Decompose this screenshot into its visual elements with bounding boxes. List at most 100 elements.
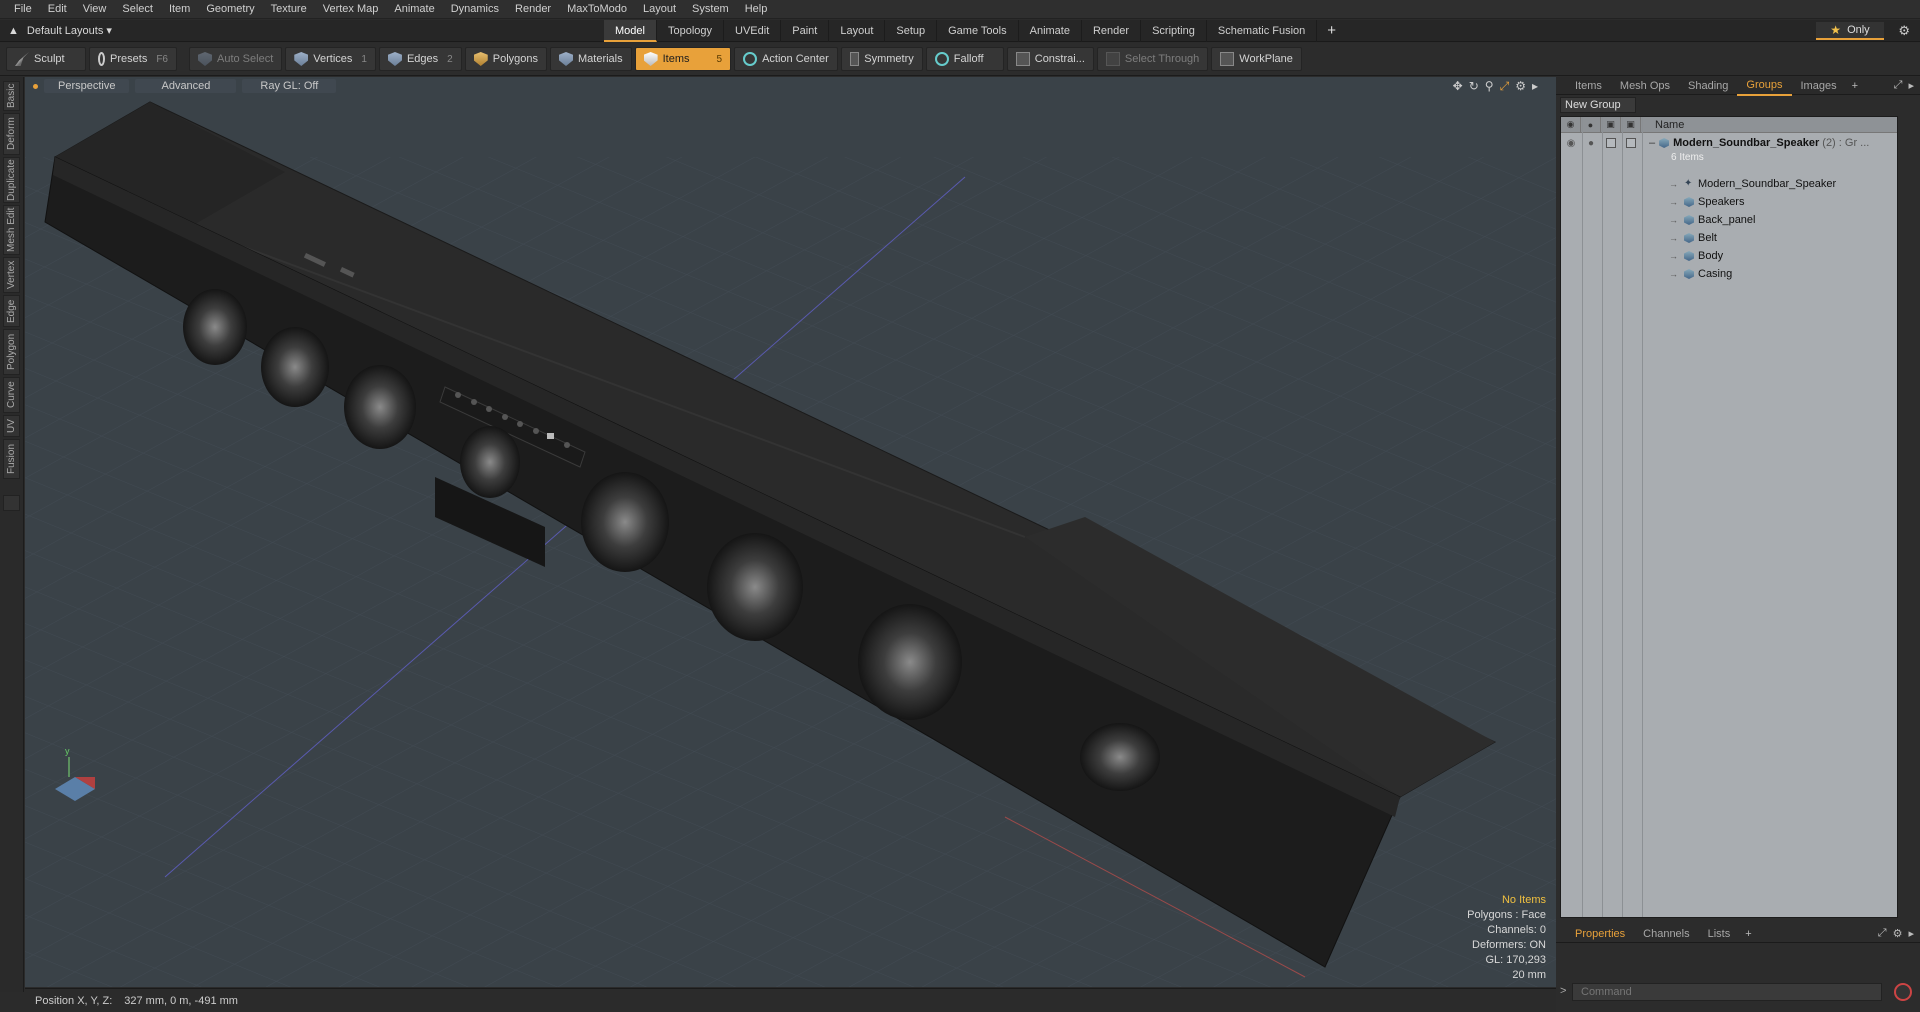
group-child-row[interactable]: → Casing: [1561, 265, 1897, 283]
tab-game-tools[interactable]: Game Tools: [937, 20, 1019, 42]
menu-help[interactable]: Help: [737, 0, 776, 19]
action-center-button[interactable]: Action Center: [734, 47, 838, 71]
shading-dropdown[interactable]: Advanced: [135, 79, 237, 93]
tab-scripting[interactable]: Scripting: [1141, 20, 1207, 42]
items-button[interactable]: Items 5: [634, 47, 732, 71]
side-tab-edge[interactable]: Edge: [3, 295, 20, 327]
lock-checkbox[interactable]: [1606, 137, 1616, 148]
menu-layout[interactable]: Layout: [635, 0, 684, 19]
add-tab-icon[interactable]: +: [1317, 20, 1346, 42]
side-tab-mesh-edit[interactable]: Mesh Edit: [3, 205, 20, 255]
menu-render[interactable]: Render: [507, 0, 559, 19]
menu-geometry[interactable]: Geometry: [198, 0, 262, 19]
props-tab-lists[interactable]: Lists: [1699, 925, 1740, 943]
constraints-button[interactable]: Constrai...: [1006, 47, 1094, 71]
groups-list-header: ◉ ● ▣ ▣ Name: [1561, 116, 1897, 133]
gear-icon[interactable]: ⚙: [1898, 23, 1910, 39]
panel-menu-icon[interactable]: ▸: [1908, 79, 1914, 92]
move-view-icon[interactable]: ✥: [1453, 79, 1463, 94]
expand-icon[interactable]: ⤢: [1894, 79, 1903, 92]
render-column-icon[interactable]: ●: [1581, 116, 1601, 133]
group-child-row[interactable]: → Speakers: [1561, 193, 1897, 211]
workplane-button[interactable]: WorkPlane: [1211, 47, 1302, 71]
select-through-button[interactable]: Select Through: [1096, 47, 1209, 71]
only-button[interactable]: ★ Only: [1816, 22, 1884, 40]
add-panel-tab-icon[interactable]: +: [1846, 80, 1864, 92]
menu-texture[interactable]: Texture: [263, 0, 315, 19]
command-record-button[interactable]: [1894, 983, 1912, 1001]
panel-tab-items[interactable]: Items: [1566, 77, 1611, 95]
maximize-icon[interactable]: ⤢: [1500, 79, 1510, 94]
menu-item[interactable]: Item: [161, 0, 198, 19]
select-column-icon[interactable]: ▣: [1621, 116, 1641, 133]
materials-button[interactable]: Materials: [550, 47, 632, 71]
tab-uvedit[interactable]: UVEdit: [724, 20, 782, 42]
side-tab-fusion[interactable]: Fusion: [3, 439, 20, 479]
side-tab-polygon[interactable]: Polygon: [3, 329, 20, 375]
tab-animate[interactable]: Animate: [1019, 20, 1082, 42]
menu-system[interactable]: System: [684, 0, 737, 19]
group-child-row[interactable]: → Belt: [1561, 229, 1897, 247]
render-icon[interactable]: ●: [1581, 138, 1601, 149]
gear-icon[interactable]: ⚙: [1893, 927, 1903, 940]
layout-selector[interactable]: ▲ Default Layouts ▾: [0, 20, 140, 42]
panel-tab-mesh-ops[interactable]: Mesh Ops: [1611, 77, 1679, 95]
3d-viewport[interactable]: Perspective Advanced Ray GL: Off ✥ ↻ ⚲ ⤢…: [25, 77, 1556, 987]
brush-icon: [15, 52, 29, 66]
rotate-view-icon[interactable]: ↻: [1469, 79, 1479, 94]
command-input[interactable]: [1572, 983, 1882, 1001]
group-child-row[interactable]: → Back_panel: [1561, 211, 1897, 229]
add-props-tab-icon[interactable]: +: [1739, 928, 1757, 940]
tab-layout[interactable]: Layout: [829, 20, 886, 42]
props-tab-properties[interactable]: Properties: [1566, 925, 1634, 943]
menu-select[interactable]: Select: [114, 0, 161, 19]
symmetry-button[interactable]: Symmetry: [840, 47, 923, 71]
view-mode-dropdown[interactable]: Perspective: [44, 79, 130, 93]
new-group-button[interactable]: New Group: [1560, 97, 1636, 113]
side-tab-deform[interactable]: Deform: [3, 113, 20, 155]
visibility-column-icon[interactable]: ◉: [1561, 116, 1581, 133]
tab-schematic-fusion[interactable]: Schematic Fusion: [1207, 20, 1318, 42]
panel-tab-images[interactable]: Images: [1792, 77, 1846, 95]
menu-animate[interactable]: Animate: [386, 0, 442, 19]
vertices-button[interactable]: Vertices 1: [285, 47, 376, 71]
side-tab-extra-button[interactable]: [3, 495, 20, 511]
polygons-button[interactable]: Polygons: [464, 47, 547, 71]
tab-render[interactable]: Render: [1082, 20, 1142, 42]
side-tab-vertex[interactable]: Vertex: [3, 257, 20, 293]
props-tab-channels[interactable]: Channels: [1634, 925, 1698, 943]
select-checkbox[interactable]: [1626, 137, 1636, 148]
sculpt-button[interactable]: Sculpt: [6, 47, 86, 71]
menu-file[interactable]: File: [6, 0, 40, 19]
menu-dynamics[interactable]: Dynamics: [443, 0, 507, 19]
play-arrow-icon[interactable]: ▸: [1532, 79, 1538, 94]
panel-menu-icon[interactable]: ▸: [1908, 927, 1914, 940]
panel-tab-shading[interactable]: Shading: [1679, 77, 1737, 95]
group-child-row[interactable]: → Body: [1561, 247, 1897, 265]
menu-vertex-map[interactable]: Vertex Map: [315, 0, 387, 19]
expand-icon[interactable]: ⤢: [1878, 927, 1887, 940]
eye-icon[interactable]: ◉: [1561, 138, 1581, 149]
menu-maxtomodo[interactable]: MaxToModo: [559, 0, 635, 19]
settings-gear-icon[interactable]: ⚙: [1515, 79, 1526, 94]
branch-icon: →: [1669, 233, 1678, 243]
tab-paint[interactable]: Paint: [781, 20, 830, 42]
side-tab-curve[interactable]: Curve: [3, 377, 20, 413]
lock-column-icon[interactable]: ▣: [1601, 116, 1621, 133]
menu-edit[interactable]: Edit: [40, 0, 75, 19]
side-tab-uv[interactable]: UV: [3, 415, 20, 437]
raygl-toggle[interactable]: Ray GL: Off: [242, 79, 337, 93]
menu-view[interactable]: View: [75, 0, 115, 19]
presets-button[interactable]: Presets F6: [89, 47, 177, 71]
falloff-button[interactable]: Falloff: [925, 47, 1004, 71]
side-tab-duplicate[interactable]: Duplicate: [3, 157, 20, 203]
tab-topology[interactable]: Topology: [657, 20, 725, 42]
side-tab-basic[interactable]: Basic: [3, 81, 20, 111]
edges-button[interactable]: Edges 2: [378, 47, 462, 71]
panel-tab-groups[interactable]: Groups: [1737, 76, 1792, 96]
auto-select-button[interactable]: Auto Select: [189, 47, 283, 71]
tab-setup[interactable]: Setup: [885, 20, 938, 42]
tab-model[interactable]: Model: [604, 20, 657, 42]
zoom-view-icon[interactable]: ⚲: [1485, 79, 1494, 94]
group-child-row[interactable]: → ✦ Modern_Soundbar_Speaker: [1561, 175, 1897, 193]
